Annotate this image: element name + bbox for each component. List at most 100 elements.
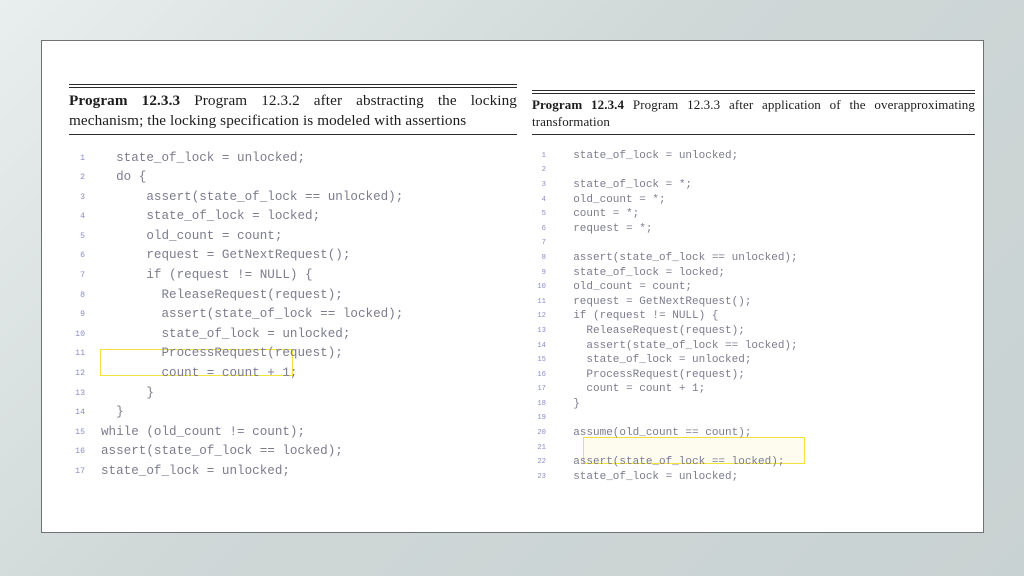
caption-label-right: Program 12.3.4 — [532, 97, 625, 112]
slide-background: Program 12.3.3 Program 12.3.2 after abst… — [0, 0, 1024, 576]
line-number: 8 — [541, 253, 546, 262]
code-line: 8 ReleaseRequest(request); — [69, 286, 517, 306]
line-number: 15 — [537, 356, 546, 365]
code-text: old_count = *; — [560, 193, 666, 206]
code-line: 5 old_count = count; — [69, 227, 517, 247]
code-text: if (request != NULL) { — [101, 268, 313, 283]
program-panel-left: Program 12.3.3 Program 12.3.2 after abst… — [69, 84, 517, 482]
code-text: assert(state_of_lock == locked); — [560, 456, 785, 469]
code-text: assert(state_of_lock == unlocked); — [560, 251, 798, 264]
code-line: 19 — [532, 411, 975, 426]
line-number: 2 — [80, 173, 85, 183]
code-line: 9 assert(state_of_lock == locked); — [69, 305, 517, 325]
line-number: 14 — [75, 408, 85, 418]
code-line: 18 } — [532, 397, 975, 412]
code-line: 23 state_of_lock = unlocked; — [532, 470, 975, 485]
code-line: 1 state_of_lock = unlocked; — [532, 149, 975, 164]
code-line: 12 if (request != NULL) { — [532, 309, 975, 324]
code-line: 7 — [532, 236, 975, 251]
code-listing-left: 1 state_of_lock = unlocked; 2 do { 3 asser… — [69, 149, 517, 482]
code-text: count = count + 1; — [101, 366, 298, 381]
code-line: 17 state_of_lock = unlocked; — [69, 462, 517, 482]
code-text: assert(state_of_lock == locked); — [101, 444, 343, 459]
code-line: 15 while (old_count != count); — [69, 423, 517, 443]
code-text: assert(state_of_lock == locked); — [560, 339, 798, 352]
line-number: 3 — [541, 180, 546, 189]
line-number: 13 — [537, 326, 546, 335]
code-text: old_count = count; — [560, 281, 693, 294]
code-line: 13 } — [69, 384, 517, 404]
line-number: 12 — [75, 369, 85, 379]
code-line: 15 state_of_lock = unlocked; — [532, 353, 975, 368]
line-number: 6 — [80, 251, 85, 261]
code-line: 10 state_of_lock = unlocked; — [69, 325, 517, 345]
line-number: 12 — [537, 312, 546, 321]
code-line: 11 ProcessRequest(request); — [69, 344, 517, 364]
code-line: 10 old_count = count; — [532, 280, 975, 295]
line-number: 21 — [537, 443, 546, 452]
code-line: 8 assert(state_of_lock == unlocked); — [532, 251, 975, 266]
code-text: do { — [101, 170, 147, 185]
code-line: 14 } — [69, 403, 517, 423]
code-text: } — [101, 405, 124, 420]
line-number: 14 — [537, 341, 546, 350]
line-number: 1 — [80, 153, 85, 163]
code-text: state_of_lock = *; — [560, 178, 693, 191]
line-number: 11 — [75, 349, 85, 359]
code-text: state_of_lock = unlocked; — [560, 149, 739, 162]
code-listing-right: 1 state_of_lock = unlocked; 2 3 state_of_l… — [532, 149, 975, 485]
code-text: state_of_lock = unlocked; — [101, 326, 351, 341]
code-text: request = *; — [560, 222, 653, 235]
line-number: 10 — [537, 283, 546, 292]
code-line: 12 count = count + 1; — [69, 364, 517, 384]
code-line: 17 count = count + 1; — [532, 382, 975, 397]
line-number: 1 — [541, 151, 546, 160]
line-number: 23 — [537, 472, 546, 481]
code-text: count = *; — [560, 208, 640, 221]
line-number: 10 — [75, 329, 85, 339]
code-line: 20 assume(old_count == count); — [532, 426, 975, 441]
line-number: 15 — [75, 427, 85, 437]
caption-text-right: Program 12.3.4 Program 12.3.3 after appl… — [532, 97, 975, 131]
slide-canvas: Program 12.3.3 Program 12.3.2 after abst… — [41, 40, 984, 533]
line-number: 16 — [75, 447, 85, 457]
code-text: ProcessRequest(request); — [101, 346, 343, 361]
line-number: 7 — [80, 271, 85, 281]
code-line: 13 ReleaseRequest(request); — [532, 324, 975, 339]
code-text: old_count = count; — [101, 228, 283, 243]
code-text: state_of_lock = locked; — [101, 209, 321, 224]
line-number: 4 — [80, 212, 85, 222]
code-line: 6 request = GetNextRequest(); — [69, 246, 517, 266]
code-line: 7 if (request != NULL) { — [69, 266, 517, 286]
code-line: 11 request = GetNextRequest(); — [532, 295, 975, 310]
code-line: 14 assert(state_of_lock == locked); — [532, 339, 975, 354]
caption-text-left: Program 12.3.3 Program 12.3.2 after abst… — [69, 91, 517, 131]
code-text: while (old_count != count); — [101, 424, 306, 439]
code-line: 22 assert(state_of_lock == locked); — [532, 455, 975, 470]
code-line: 2 — [532, 163, 975, 178]
code-text: state_of_lock = unlocked; — [101, 464, 290, 478]
code-text: request = GetNextRequest(); — [101, 248, 351, 263]
code-line: 3 assert(state_of_lock == unlocked); — [69, 188, 517, 208]
code-line: 1 state_of_lock = unlocked; — [69, 149, 517, 169]
code-text: assert(state_of_lock == locked); — [101, 307, 404, 322]
code-line: 21 — [532, 441, 975, 456]
line-number: 13 — [75, 388, 85, 398]
code-line: 4 old_count = *; — [532, 193, 975, 208]
code-text: state_of_lock = locked; — [560, 266, 726, 279]
line-number: 22 — [537, 458, 546, 467]
code-text: state_of_lock = unlocked; — [560, 470, 739, 483]
code-text: ReleaseRequest(request); — [101, 287, 343, 302]
line-number: 8 — [80, 290, 85, 300]
code-text: assert(state_of_lock == unlocked); — [101, 189, 404, 204]
line-number: 5 — [80, 231, 85, 241]
line-number: 9 — [541, 268, 546, 277]
code-line: 16 assert(state_of_lock == locked); — [69, 442, 517, 462]
program-caption-left: Program 12.3.3 Program 12.3.2 after abst… — [69, 84, 517, 135]
code-text: count = count + 1; — [560, 383, 706, 396]
line-number: 6 — [541, 224, 546, 233]
code-text: state_of_lock = unlocked; — [101, 150, 306, 165]
code-text: ReleaseRequest(request); — [560, 324, 745, 337]
line-number: 17 — [537, 385, 546, 394]
code-line: 9 state_of_lock = locked; — [532, 266, 975, 281]
